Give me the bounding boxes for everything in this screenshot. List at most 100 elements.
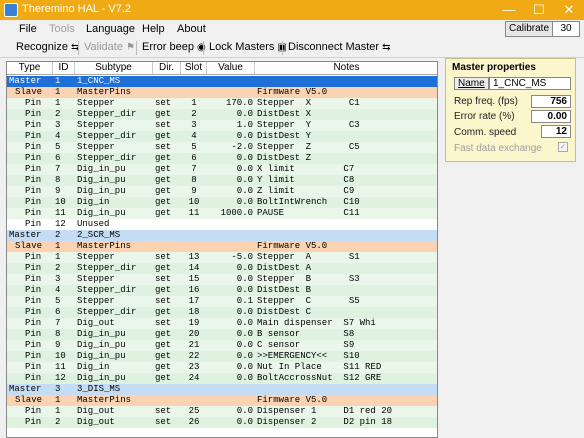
name-field[interactable]: 1_CNC_MS: [489, 77, 571, 90]
cell-subtype: Dig_in: [77, 197, 110, 207]
pin-row[interactable]: Pin 7 Dig_out set 19 0.0 Main dispenser S7 Whi: [7, 318, 437, 329]
cell-value: 0.0: [236, 329, 253, 339]
cell-slot: 24: [188, 373, 200, 383]
pin-row[interactable]: Pin 1 Dig_out set 25 0.0 Dispenser 1 D1 red 20: [7, 406, 437, 417]
pin-row[interactable]: Pin 3 Stepper set 3 1.0 Stepper Y C3: [7, 120, 437, 131]
column-header-id[interactable]: ID: [53, 62, 75, 74]
cell-subtype: Stepper: [77, 274, 115, 284]
pin-row[interactable]: Pin 10 Dig_in_pu get 22 0.0 >>EMERGENCY<< S10: [7, 351, 437, 362]
toolbar-separator: [136, 41, 137, 55]
close-button[interactable]: ✕: [554, 0, 584, 20]
cell-dir: get: [155, 164, 172, 174]
pin-row[interactable]: Pin 10 Dig_in get 10 0.0 BoltIntWrench C10: [7, 197, 437, 208]
cell-subtype: 2_SCR_MS: [77, 230, 121, 240]
cell-value: 0.0: [236, 318, 253, 328]
fast-exchange-label: Fast data exchange: [454, 143, 542, 154]
menu-about[interactable]: About: [177, 23, 206, 35]
pin-row[interactable]: Pin 8 Dig_in_pu get 20 0.0 B sensor S8: [7, 329, 437, 340]
cell-subtype: Stepper: [77, 296, 115, 306]
pin-row[interactable]: Pin 1 Stepper set 13 -5.0 Stepper A S1: [7, 252, 437, 263]
cell-id: 5: [55, 142, 61, 152]
column-header-subtype[interactable]: Subtype: [75, 62, 153, 74]
calibrate-value-field[interactable]: 30: [552, 21, 580, 37]
pin-row[interactable]: Pin 6 Stepper_dir get 18 0.0 DistDest C: [7, 307, 437, 318]
menu-file[interactable]: File: [19, 23, 37, 35]
pin-row[interactable]: Pin 11 Dig_in get 23 0.0 Nut In Place S11 RED: [7, 362, 437, 373]
pin-row[interactable]: Pin 12 Dig_in_pu get 24 0.0 BoltAccrossNut S12…: [7, 373, 437, 384]
cell-slot: 2: [191, 109, 197, 119]
hal-grid[interactable]: Type ID Subtype Dir. Slot Value Notes Master 1 1…: [6, 61, 438, 438]
slave-row[interactable]: Slave 1 MasterPins Firmware V5.0: [7, 87, 437, 98]
minimize-button[interactable]: —: [494, 0, 524, 20]
slave-row[interactable]: Slave 1 MasterPins Firmware V5.0: [7, 395, 437, 406]
column-header-notes[interactable]: Notes: [255, 62, 437, 74]
cell-dir: get: [155, 197, 172, 207]
calibrate-button[interactable]: Calibrate: [505, 21, 554, 37]
recognize-button[interactable]: Recognize ⇆: [16, 41, 79, 53]
pin-row[interactable]: Pin 7 Dig_in_pu get 7 0.0 X limit C7: [7, 164, 437, 175]
error-beep-button[interactable]: Error beep ◉: [142, 41, 206, 53]
maximize-button[interactable]: ☐: [524, 0, 554, 20]
cell-slot: 10: [188, 197, 200, 207]
cell-id: 2: [55, 109, 61, 119]
pin-row[interactable]: Pin 5 Stepper set 17 0.1 Stepper C S5: [7, 296, 437, 307]
pin-row[interactable]: Pin 6 Stepper_dir get 6 0.0 DistDest Z: [7, 153, 437, 164]
fast-exchange-checkbox[interactable]: ✓: [558, 142, 568, 152]
master-row[interactable]: Master 2 2_SCR_MS: [7, 230, 437, 241]
cell-subtype: Stepper_dir: [77, 263, 137, 273]
cell-slot: 3: [191, 120, 197, 130]
cell-slot: 17: [188, 296, 200, 306]
lock-masters-button[interactable]: Lock Masters▣: [209, 41, 287, 53]
pin-row[interactable]: Pin 3 Stepper set 15 0.0 Stepper B S3: [7, 274, 437, 285]
cell-value: 0.0: [236, 109, 253, 119]
cell-type: Pin: [25, 406, 42, 416]
cell-type: Slave: [15, 241, 43, 251]
column-header-slot[interactable]: Slot: [181, 62, 207, 74]
cell-slot: 9: [191, 186, 197, 196]
pin-row[interactable]: Pin 2 Stepper_dir get 2 0.0 DistDest X: [7, 109, 437, 120]
cell-notes: Stepper Y C3: [257, 120, 360, 130]
column-header-value[interactable]: Value: [207, 62, 255, 74]
cell-notes: DistDest A: [257, 263, 312, 273]
column-header-dir[interactable]: Dir.: [153, 62, 181, 74]
pin-row[interactable]: Pin 1 Stepper set 1 170.0 Stepper X C1: [7, 98, 437, 109]
column-header-type[interactable]: Type: [7, 62, 53, 74]
cell-slot: 6: [191, 153, 197, 163]
menu-tools[interactable]: Tools: [49, 23, 75, 35]
cell-id: 11: [55, 362, 66, 372]
disconnect-master-button[interactable]: Disconnect Master ⇆: [288, 41, 390, 53]
cell-id: 2: [55, 417, 61, 427]
name-button[interactable]: Name: [454, 77, 489, 90]
menu-language[interactable]: Language: [86, 23, 135, 35]
cell-subtype: Unused: [77, 219, 110, 229]
pin-row[interactable]: Pin 4 Stepper_dir get 4 0.0 DistDest Y: [7, 131, 437, 142]
comm-speed-field[interactable]: 12: [541, 125, 571, 138]
cell-id: 3: [55, 120, 61, 130]
menu-help[interactable]: Help: [142, 23, 165, 35]
cell-notes: C sensor S9: [257, 340, 355, 350]
master-row[interactable]: Master 1 1_CNC_MS: [7, 76, 437, 87]
slave-row[interactable]: Slave 1 MasterPins Firmware V5.0: [7, 241, 437, 252]
cell-subtype: Dig_out: [77, 318, 115, 328]
pin-row[interactable]: Pin 11 Dig_in_pu get 11 1000.0 PAUSE C11: [7, 208, 437, 219]
cell-notes: Stepper B S3: [257, 274, 360, 284]
cell-type: Pin: [25, 329, 42, 339]
pin-row[interactable]: Pin 4 Stepper_dir get 16 0.0 DistDest B: [7, 285, 437, 296]
pin-row[interactable]: Pin 8 Dig_in_pu get 8 0.0 Y limit C8: [7, 175, 437, 186]
cell-notes: DistDest B: [257, 285, 312, 295]
validate-button[interactable]: Validate ⚑: [84, 41, 135, 53]
unused-row[interactable]: Pin 12 Unused: [7, 219, 437, 230]
pin-row[interactable]: Pin 5 Stepper set 5 -2.0 Stepper Z C5: [7, 142, 437, 153]
pin-row[interactable]: Pin 2 Stepper_dir get 14 0.0 DistDest A: [7, 263, 437, 274]
comm-speed-label: Comm. speed: [454, 127, 517, 138]
master-row[interactable]: Master 3 3_DIS_MS: [7, 384, 437, 395]
pin-row[interactable]: Pin 9 Dig_in_pu get 21 0.0 C sensor S9: [7, 340, 437, 351]
cell-id: 2: [55, 230, 61, 240]
pin-row[interactable]: Pin 2 Dig_out set 26 0.0 Dispenser 2 D2 pin 18: [7, 417, 437, 428]
pin-row[interactable]: Pin 9 Dig_in_pu get 9 0.0 Z limit C9: [7, 186, 437, 197]
cell-subtype: Stepper_dir: [77, 109, 137, 119]
cell-notes: Dispenser 2 D2 pin 18: [257, 417, 393, 427]
recognize-label: Recognize: [16, 41, 68, 53]
cell-type: Pin: [25, 274, 42, 284]
cell-slot: 8: [191, 175, 197, 185]
